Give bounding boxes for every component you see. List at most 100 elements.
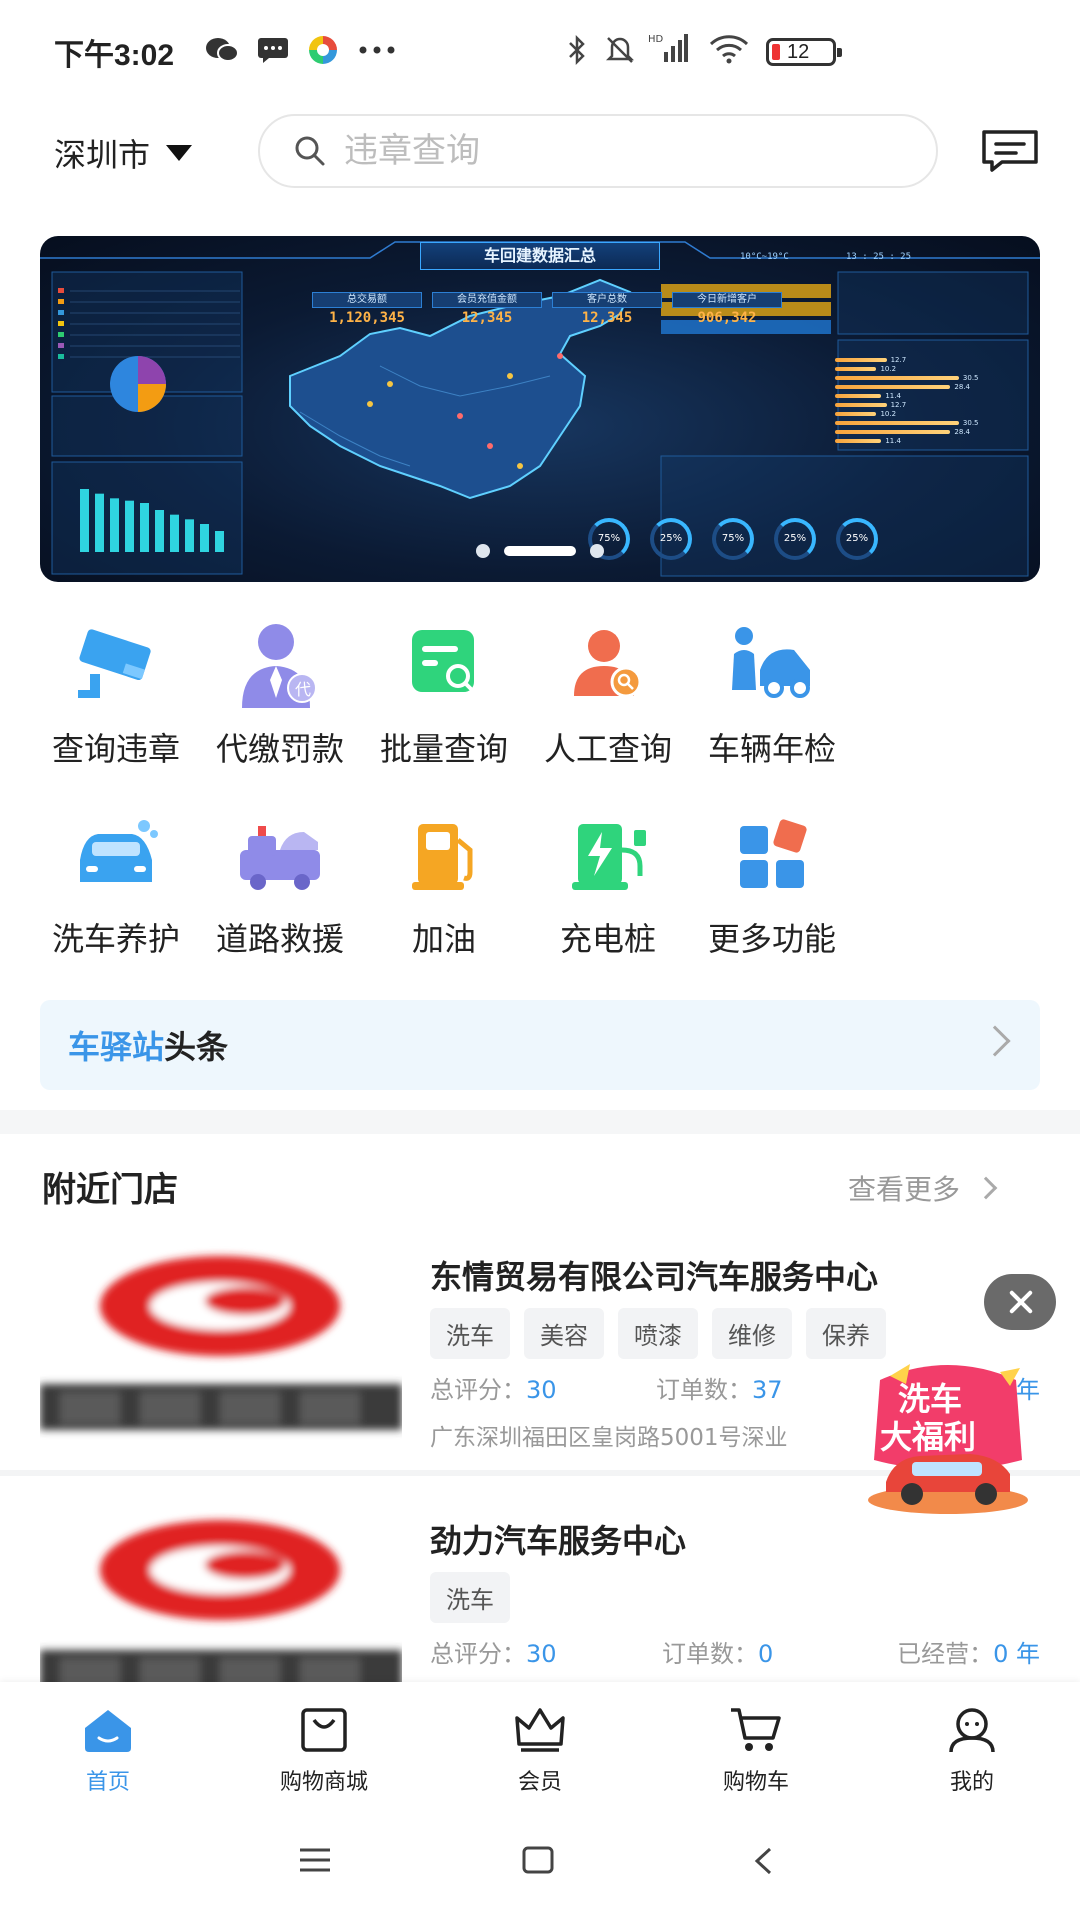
back-icon[interactable] [752,1846,774,1876]
store-logo-image [40,1256,402,1430]
chevron-right-icon [979,1025,1011,1057]
kpi-total-sales: 总交易额 1,120,345 [312,292,422,326]
carousel-dot-active[interactable] [504,546,576,556]
manual-query-icon [574,630,642,698]
more-dots-icon [359,46,395,54]
promo-line1: 洗车 [898,1380,962,1418]
headline-title: 车驿站头条 [68,1022,228,1068]
banner-ranking-bar [835,376,959,380]
search-bar[interactable] [258,114,938,188]
store-years: 已经营：0 年 [897,1640,1040,1668]
fuel-pump-icon [412,824,473,890]
car-inspection-icon [732,627,810,698]
banner-ranking-bar [835,403,887,407]
home-nav-icon[interactable] [522,1846,554,1874]
banner-ranking-bar [835,439,882,443]
tab-shop[interactable]: 购物商城 [244,1704,404,1796]
city-label: 深圳市 [54,136,151,174]
camera-icon [78,629,151,698]
store-tag: 洗车 [430,1308,510,1359]
store-score: 总评分：30 [430,1640,557,1668]
car-wash-icon [80,820,158,882]
tab-profile[interactable]: 我的 [892,1704,1052,1796]
nearby-stores-title: 附近门店 [42,1170,178,1210]
battery-indicator: 12 [766,38,842,66]
store-tag: 洗车 [430,1572,510,1623]
store-logo-image [40,1520,402,1686]
banner-ranking-value: 28.4 [954,428,970,436]
store-tags: 洗车 美容 喷漆 维修 保养 [430,1308,886,1359]
news-headline-bar[interactable]: 车驿站头条 [40,1000,1040,1090]
sms-icon [258,38,288,63]
tab-member[interactable]: 会员 [460,1704,620,1796]
see-more-label: 查看更多 [848,1173,961,1206]
search-input[interactable] [344,131,904,171]
city-selector[interactable]: 深圳市 [54,130,193,176]
bottom-tab-bar: 首页 购物商城 会员 购物车 我的 [0,1682,1080,1810]
section-divider [0,1110,1080,1134]
banner-ranking-value: 28.4 [954,383,970,391]
message-icon[interactable] [980,128,1040,172]
headline-suffix: 头条 [164,1028,229,1066]
store-orders: 订单数：0 [662,1640,774,1668]
banner-ranking-bar [835,430,951,434]
cart-icon [731,1708,781,1751]
tow-truck-icon [240,826,320,890]
tab-cart[interactable]: 购物车 [676,1704,836,1796]
banner-ranking-bar [835,421,959,425]
tab-home[interactable]: 首页 [28,1704,188,1796]
store-orders: 订单数：37 [656,1376,783,1404]
menu-icon[interactable] [298,1846,332,1874]
profile-icon [949,1708,995,1753]
banner-ranking-bar [835,367,877,371]
mute-icon [605,37,635,63]
banner-ranking-bar [835,358,887,362]
wechat-icon [206,38,239,62]
promo-graphic: 洗车 大福利 [868,1364,1028,1514]
banner-ranking-bar [835,394,882,398]
crown-icon [515,1708,565,1752]
agent-icon: 代 [242,624,317,708]
store-logo [40,1246,402,1446]
top-header: 深圳市 [0,110,1080,190]
chevron-down-icon [166,145,193,161]
banner-ranking-bar [835,412,877,416]
grid-item-more[interactable]: 更多功能 [672,810,872,960]
carousel-dot[interactable] [590,544,604,558]
store-tags: 洗车 [430,1572,510,1623]
notification-icons [205,34,397,66]
promo-line2: 大福利 [880,1418,976,1456]
close-promo-button[interactable] [984,1274,1056,1330]
store-tag: 维修 [712,1308,792,1359]
chevron-right-icon [974,1176,998,1200]
store-tag: 喷漆 [618,1308,698,1359]
carousel-dot[interactable] [476,544,490,558]
headline-brand: 车驿站 [68,1028,165,1066]
bluetooth-icon [569,34,585,66]
store-name: 劲力汽车服务中心 [430,1522,687,1560]
kpi-member-recharge: 会员充值金额 12,345 [432,292,542,326]
banner-ranking-row: 11.4 [835,435,901,447]
banner-ranking-value: 11.4 [885,437,901,445]
search-icon [295,136,325,166]
store-score: 总评分：30 [430,1376,557,1404]
dashboard-banner[interactable]: 车回建数据汇总 10°C~19°C 13 : 25 : 25 总交易额 1,12… [40,236,1040,582]
banner-title: 车回建数据汇总 [420,242,660,270]
banner-clock: 13 : 25 : 25 [846,252,912,262]
more-apps-icon [740,819,807,888]
status-time: 下午3:02 [54,39,175,72]
wifi-icon [709,35,749,64]
banner-bar [80,489,89,552]
grid-item-inspection[interactable]: 车辆年检 [672,620,872,770]
shopping-bag-icon [301,1708,347,1752]
see-more-link[interactable]: 查看更多 [848,1168,998,1208]
store-tag: 美容 [524,1308,604,1359]
car-wash-promo[interactable]: 洗车 大福利 [850,1350,1046,1520]
app-logo-icon [309,36,337,64]
kpi-new-customers: 今日新增客户 906,342 [672,292,782,326]
carousel-indicator [40,544,1040,558]
system-nav-bar [0,1810,1080,1920]
store-logo [40,1510,402,1686]
charger-icon [572,824,646,890]
banner-weather: 10°C~19°C [740,252,789,262]
